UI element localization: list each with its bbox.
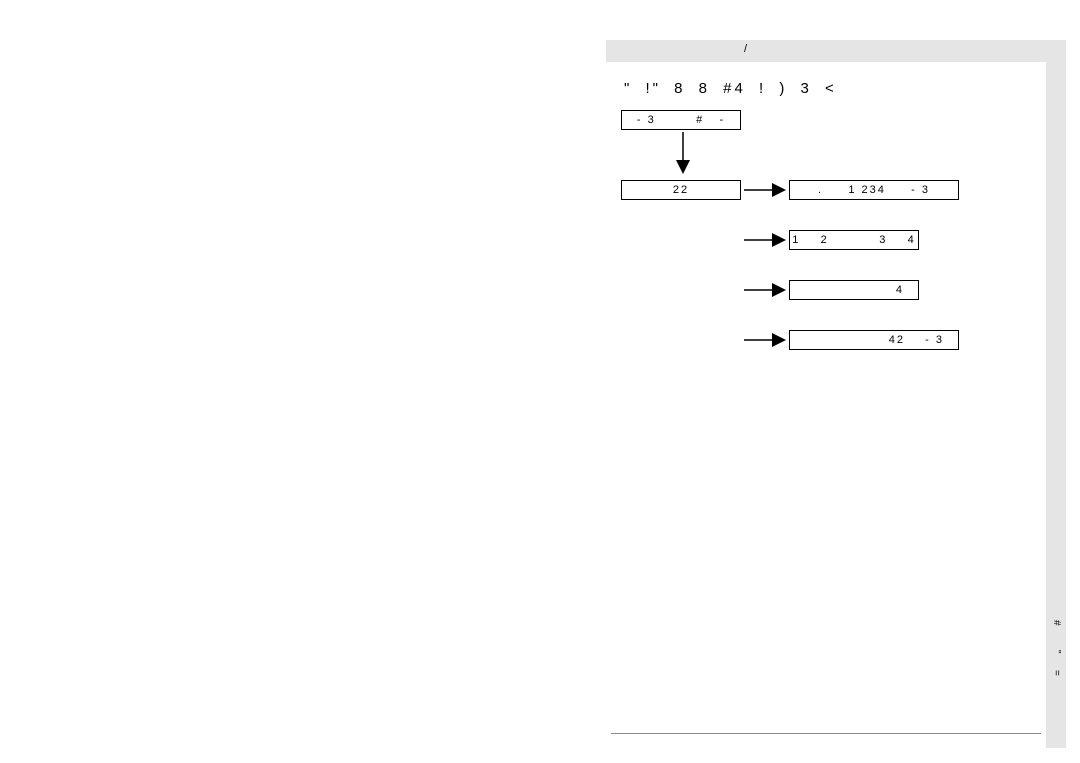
side-bar	[1046, 40, 1066, 748]
header-label: /	[606, 43, 886, 55]
footer-rule	[611, 733, 1041, 734]
box-e: 4	[789, 280, 919, 300]
side-mark-2: "	[1051, 650, 1062, 656]
arrow-right-icon	[744, 233, 786, 247]
side-mark-1: #	[1051, 620, 1062, 628]
page-panel: / " !" 8 8 #4 ! ) 3 < - 3 # - 22 . 1 234…	[606, 40, 1066, 748]
arrow-right-icon	[744, 183, 786, 197]
box-d: 1 2 3 4	[789, 230, 919, 250]
arrow-down-icon	[676, 132, 690, 176]
diagram-title: " !" 8 8 #4 ! ) 3 <	[624, 80, 837, 97]
box-f: 42 - 3	[789, 330, 959, 350]
side-mark-3: =	[1051, 670, 1062, 678]
arrow-right-icon	[744, 333, 786, 347]
box-b: 22	[621, 180, 741, 200]
box-c: . 1 234 - 3	[789, 180, 959, 200]
box-a: - 3 # -	[621, 110, 741, 130]
arrow-right-icon	[744, 283, 786, 297]
